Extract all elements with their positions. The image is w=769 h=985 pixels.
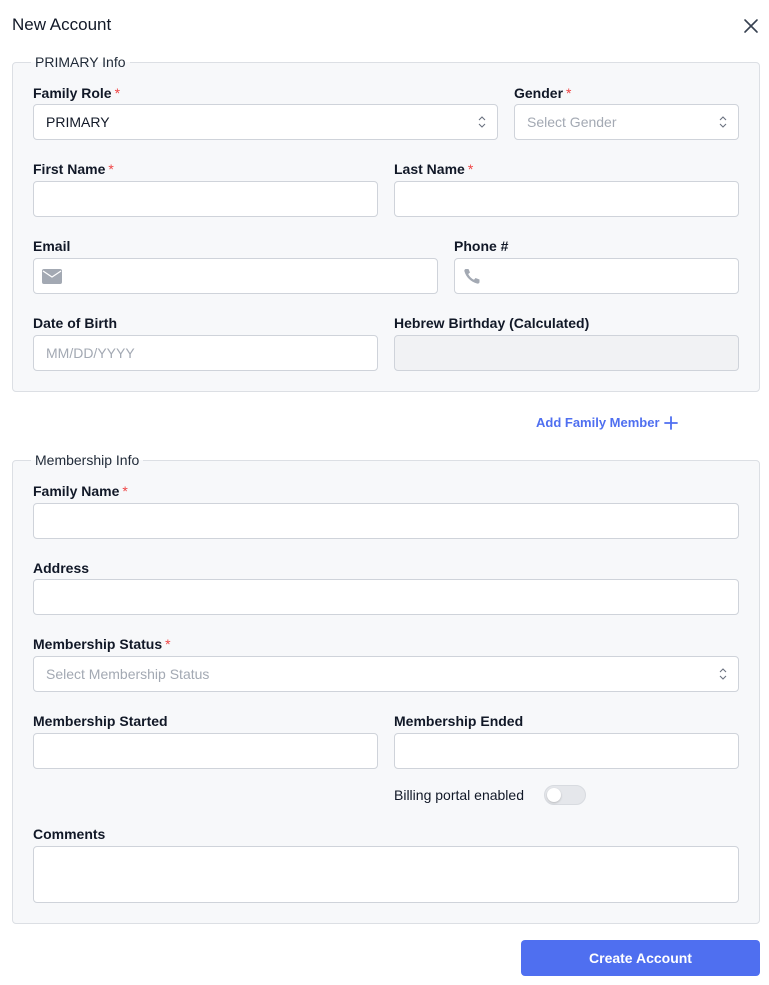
required-marker: * <box>114 85 121 101</box>
last-name-label: Last Name * <box>394 161 473 177</box>
family-name-label: Family Name * <box>33 483 128 499</box>
required-marker: * <box>108 161 114 177</box>
toggle-knob <box>547 788 561 802</box>
required-marker: * <box>566 85 572 101</box>
primary-info-legend: PRIMARY Info <box>31 54 130 70</box>
membership-status-label: Membership Status * <box>33 636 171 652</box>
phone-icon <box>464 269 480 284</box>
membership-status-select[interactable]: Select Membership Status <box>33 656 739 692</box>
mail-icon <box>42 269 62 284</box>
membership-ended-input[interactable] <box>394 733 739 769</box>
membership-info-legend: Membership Info <box>31 452 144 468</box>
billing-portal-toggle[interactable] <box>544 785 586 805</box>
chevron-updown-icon <box>719 116 727 128</box>
phone-label: Phone # <box>454 238 509 254</box>
comments-textarea[interactable] <box>33 846 739 903</box>
chevron-updown-icon <box>719 668 727 680</box>
hebrew-birthday-label: Hebrew Birthday (Calculated) <box>394 315 590 331</box>
required-marker: * <box>165 636 171 652</box>
dob-input[interactable]: MM/DD/YYYY <box>33 335 378 371</box>
family-name-input[interactable] <box>33 503 739 539</box>
address-input[interactable] <box>33 579 739 615</box>
last-name-label-text: Last Name <box>394 161 465 177</box>
membership-started-label: Membership Started <box>33 713 168 729</box>
last-name-input[interactable] <box>394 181 739 217</box>
dob-placeholder: MM/DD/YYYY <box>46 345 135 361</box>
modal-title: New Account <box>12 15 112 34</box>
family-role-select[interactable]: PRIMARY <box>33 104 498 140</box>
family-name-label-text: Family Name <box>33 483 120 499</box>
first-name-input[interactable] <box>33 181 378 217</box>
required-marker: * <box>122 483 128 499</box>
gender-label: Gender * <box>514 85 571 101</box>
membership-status-label-text: Membership Status <box>33 636 163 652</box>
billing-portal-label: Billing portal enabled <box>394 787 524 803</box>
required-marker: * <box>467 161 474 177</box>
family-role-value: PRIMARY <box>46 114 110 130</box>
family-role-label-text: Family Role <box>33 85 112 101</box>
plus-icon[interactable] <box>664 416 678 430</box>
email-label: Email <box>33 238 71 254</box>
address-label: Address <box>33 560 90 576</box>
phone-input[interactable] <box>454 258 739 294</box>
hebrew-birthday-input <box>394 335 739 371</box>
membership-status-placeholder: Select Membership Status <box>46 666 210 682</box>
dob-label: Date of Birth <box>33 315 117 331</box>
add-family-member-link[interactable]: Add Family Member <box>536 415 660 430</box>
membership-ended-label: Membership Ended <box>394 713 524 729</box>
first-name-label: First Name * <box>33 161 114 177</box>
comments-label: Comments <box>33 826 106 842</box>
gender-placeholder: Select Gender <box>527 114 617 130</box>
family-role-label: Family Role * <box>33 85 120 101</box>
email-input[interactable] <box>33 258 438 294</box>
close-icon[interactable] <box>741 16 761 36</box>
chevron-updown-icon <box>478 116 486 128</box>
gender-label-text: Gender <box>514 85 564 101</box>
gender-select[interactable]: Select Gender <box>514 104 739 140</box>
membership-started-input[interactable] <box>33 733 378 769</box>
create-account-button[interactable]: Create Account <box>521 940 760 976</box>
first-name-label-text: First Name <box>33 161 106 177</box>
